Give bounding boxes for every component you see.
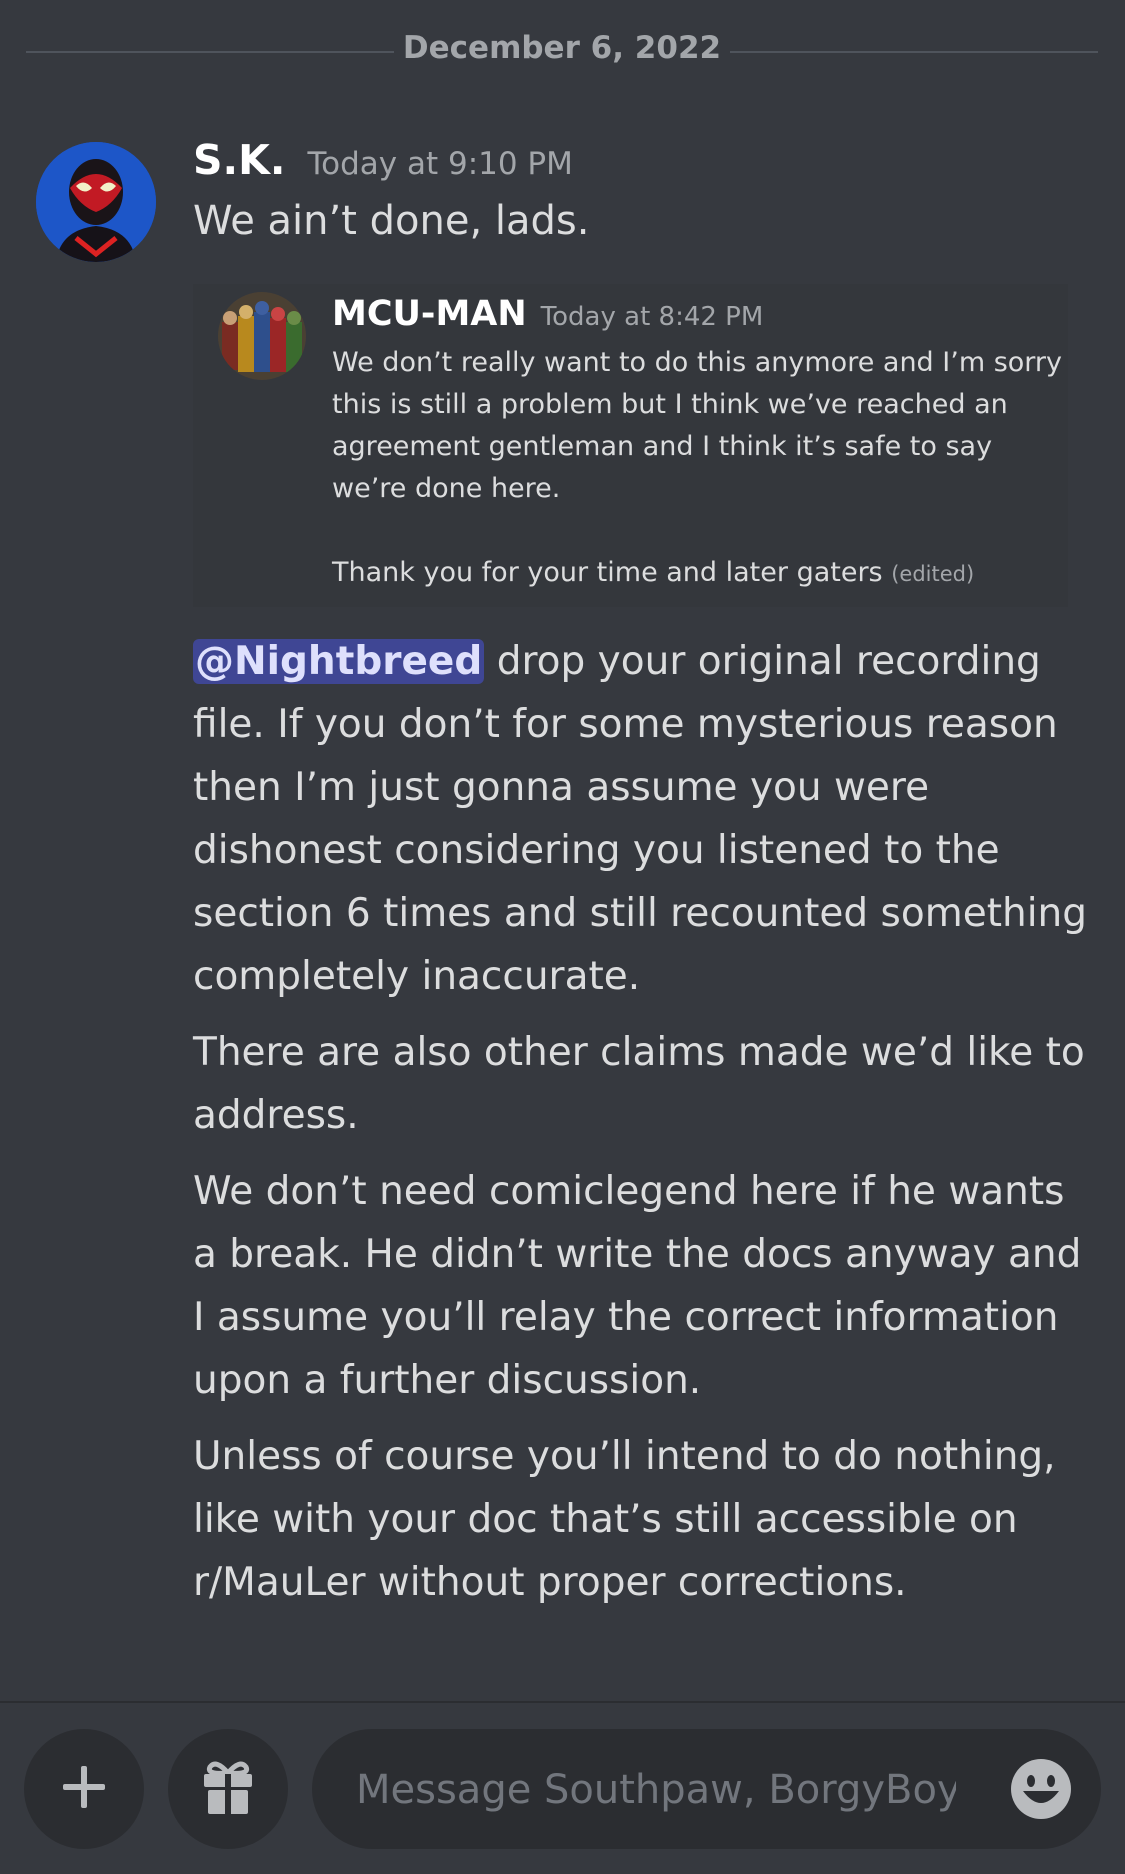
quoted-paragraph: We don’t really want to do this anymore … [332, 347, 1063, 504]
mention-followup-text: drop your original recording file. If yo… [193, 639, 1088, 999]
plus-icon [61, 1764, 107, 1814]
add-attachment-button[interactable] [24, 1729, 144, 1849]
message-author[interactable]: S.K. [193, 136, 285, 184]
message-header: S.K. Today at 9:10 PM [193, 136, 573, 184]
quoted-author[interactable]: MCU-MAN [332, 294, 527, 334]
message-body: @Nightbreed drop your original recording… [193, 630, 1093, 1627]
date-divider-label: December 6, 2022 [402, 30, 722, 66]
quoted-avatar [218, 292, 306, 380]
quoted-message[interactable]: MCU-MAN Today at 8:42 PM We don’t really … [193, 284, 1068, 607]
user-mention[interactable]: @Nightbreed [193, 639, 485, 684]
composer-divider [0, 1701, 1125, 1703]
gift-icon [198, 1757, 258, 1821]
divider-line-right [730, 51, 1098, 53]
message-input[interactable] [354, 1755, 958, 1825]
quoted-timestamp: Today at 8:42 PM [540, 302, 764, 332]
edited-label: (edited) [891, 562, 975, 586]
message-timestamp: Today at 9:10 PM [307, 146, 573, 182]
avatar[interactable] [36, 142, 156, 262]
date-divider: December 6, 2022 [26, 28, 1098, 74]
smiley-icon[interactable] [1009, 1757, 1073, 1821]
message-paragraph-1: @Nightbreed drop your original recording… [193, 630, 1093, 1008]
quoted-body: We don’t really want to do this anymore … [332, 342, 1062, 595]
message-paragraph-3: We don’t need comiclegend here if he wan… [193, 1169, 1082, 1403]
message-paragraph-4: Unless of course you’ll intend to do not… [193, 1434, 1056, 1605]
message-composer[interactable] [312, 1729, 1101, 1849]
gift-button[interactable] [168, 1729, 288, 1849]
quoted-paragraph-text: Thank you for your time and later gaters [332, 557, 883, 588]
quoted-header: MCU-MAN Today at 8:42 PM [332, 294, 763, 334]
message-first-line: We ain’t done, lads. [193, 198, 590, 244]
message-paragraph-2: There are also other claims made we’d li… [193, 1030, 1085, 1138]
quoted-paragraph-2: Thank you for your time and later gaters… [332, 552, 1062, 595]
